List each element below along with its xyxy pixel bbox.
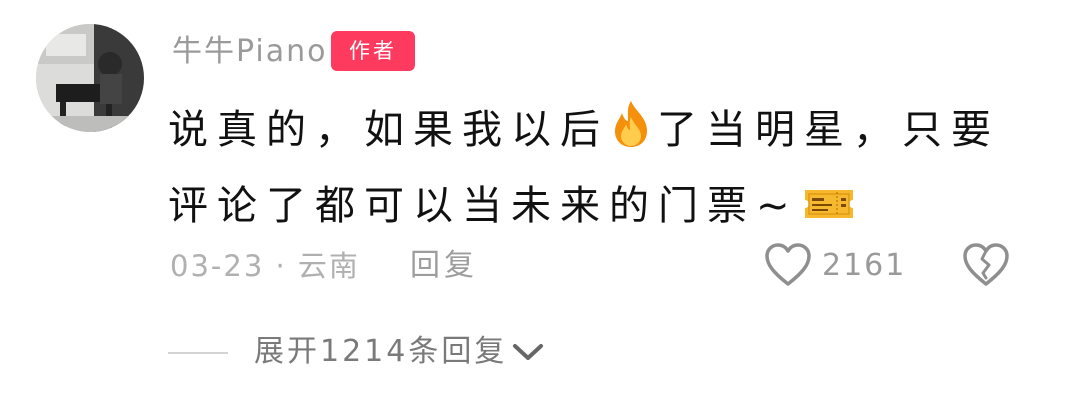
avatar-image	[36, 24, 144, 132]
comment-text: 说真的，如果我以后 了当明星，只要评论了都可以当未来的门票~	[168, 92, 1028, 244]
expand-replies-label: 展开1214条回复	[254, 334, 508, 369]
expand-replies-button[interactable]: 展开1214条回复	[254, 330, 545, 374]
comment-date-location: 03-23 · 云南	[170, 249, 360, 283]
username[interactable]: 牛牛Piano	[172, 32, 328, 72]
broken-heart-icon	[963, 243, 1009, 286]
chevron-down-icon	[513, 344, 544, 360]
like-button[interactable]	[764, 242, 812, 288]
expand-divider-line	[168, 352, 228, 354]
author-badge: 作者	[331, 31, 415, 71]
avatar[interactable]	[36, 24, 144, 132]
like-count: 2161	[822, 248, 907, 283]
comment-item: 牛牛Piano 作者 说真的，如果我以后 了当明星，只要评论了都可以当未来的门票…	[0, 0, 1066, 404]
reply-button[interactable]: 回复	[410, 246, 478, 286]
heart-icon	[765, 243, 811, 286]
fire-emoji-icon	[615, 101, 647, 147]
comment-text-part1: 说真的，如果我以后	[168, 107, 609, 153]
ticket-emoji-icon	[804, 190, 853, 218]
dislike-button[interactable]	[962, 242, 1010, 288]
